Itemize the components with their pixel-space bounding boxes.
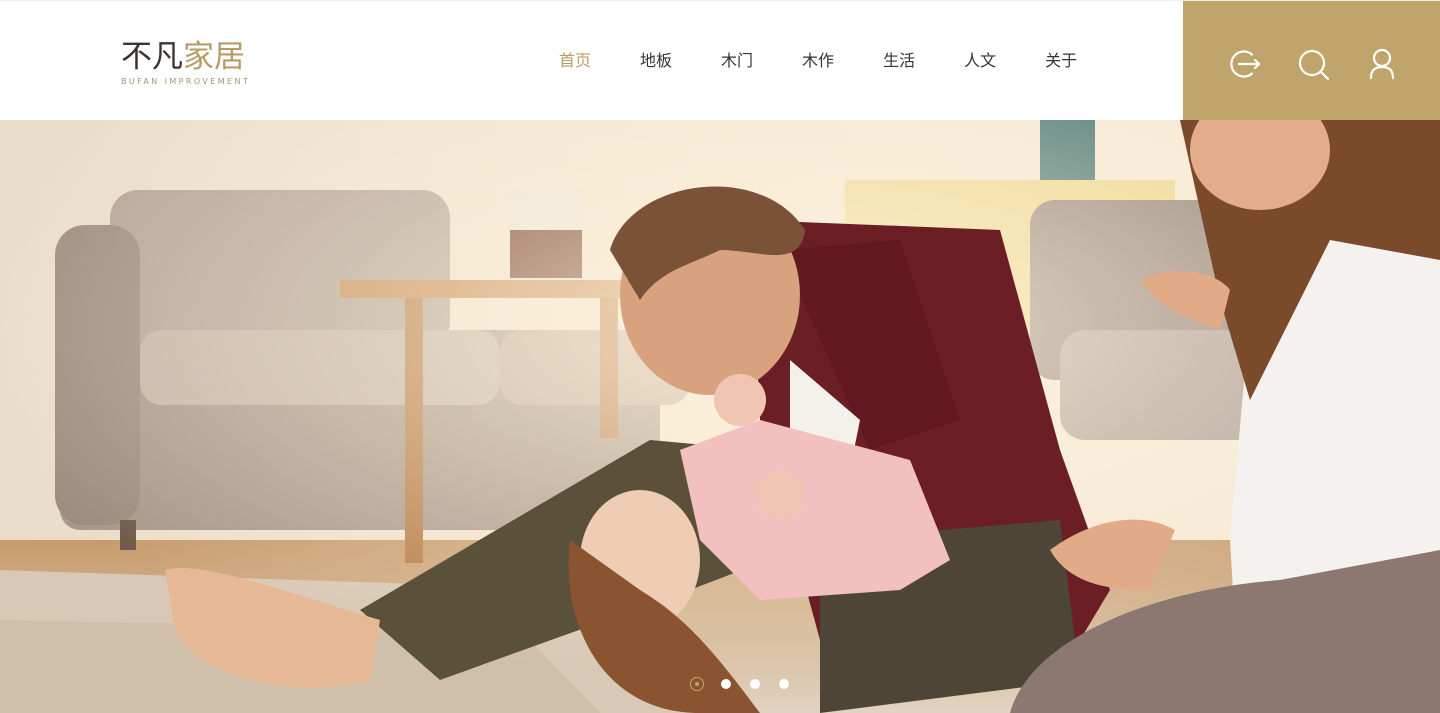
nav-item-life[interactable]: 生活: [883, 49, 915, 73]
brand-name-part1: 不凡: [121, 39, 183, 75]
hero-banner: [0, 120, 1440, 713]
search-icon[interactable]: [1297, 46, 1331, 82]
brand-name: 不凡家居: [121, 39, 246, 75]
nav-item-flooring[interactable]: 地板: [640, 49, 672, 73]
brand-tagline: BUFAN IMPROVEMENT: [121, 77, 251, 86]
site-header: 不凡家居 BUFAN IMPROVEMENT 首页 地板 木门 木作 生活 人文…: [0, 0, 1440, 121]
logout-icon[interactable]: [1228, 46, 1262, 82]
brand-logo[interactable]: 不凡家居 BUFAN IMPROVEMENT: [121, 39, 251, 91]
carousel-dot[interactable]: [750, 679, 760, 689]
carousel-dot[interactable]: [721, 679, 731, 689]
brand-name-part2: 家居: [183, 39, 245, 75]
carousel-dot[interactable]: [779, 679, 789, 689]
user-icon[interactable]: [1365, 46, 1399, 82]
nav-item-woodwork[interactable]: 木作: [802, 49, 834, 73]
nav-item-culture[interactable]: 人文: [964, 49, 996, 73]
nav-item-home[interactable]: 首页: [559, 49, 591, 73]
main-nav: 首页 地板 木门 木作 生活 人文 关于: [559, 49, 1077, 73]
header-toolbar: [1183, 1, 1440, 121]
nav-item-about[interactable]: 关于: [1045, 49, 1077, 73]
carousel-dot[interactable]: [690, 677, 704, 691]
carousel-indicators: [690, 677, 789, 691]
hero-image: [0, 120, 1440, 713]
nav-item-wood-doors[interactable]: 木门: [721, 49, 753, 73]
